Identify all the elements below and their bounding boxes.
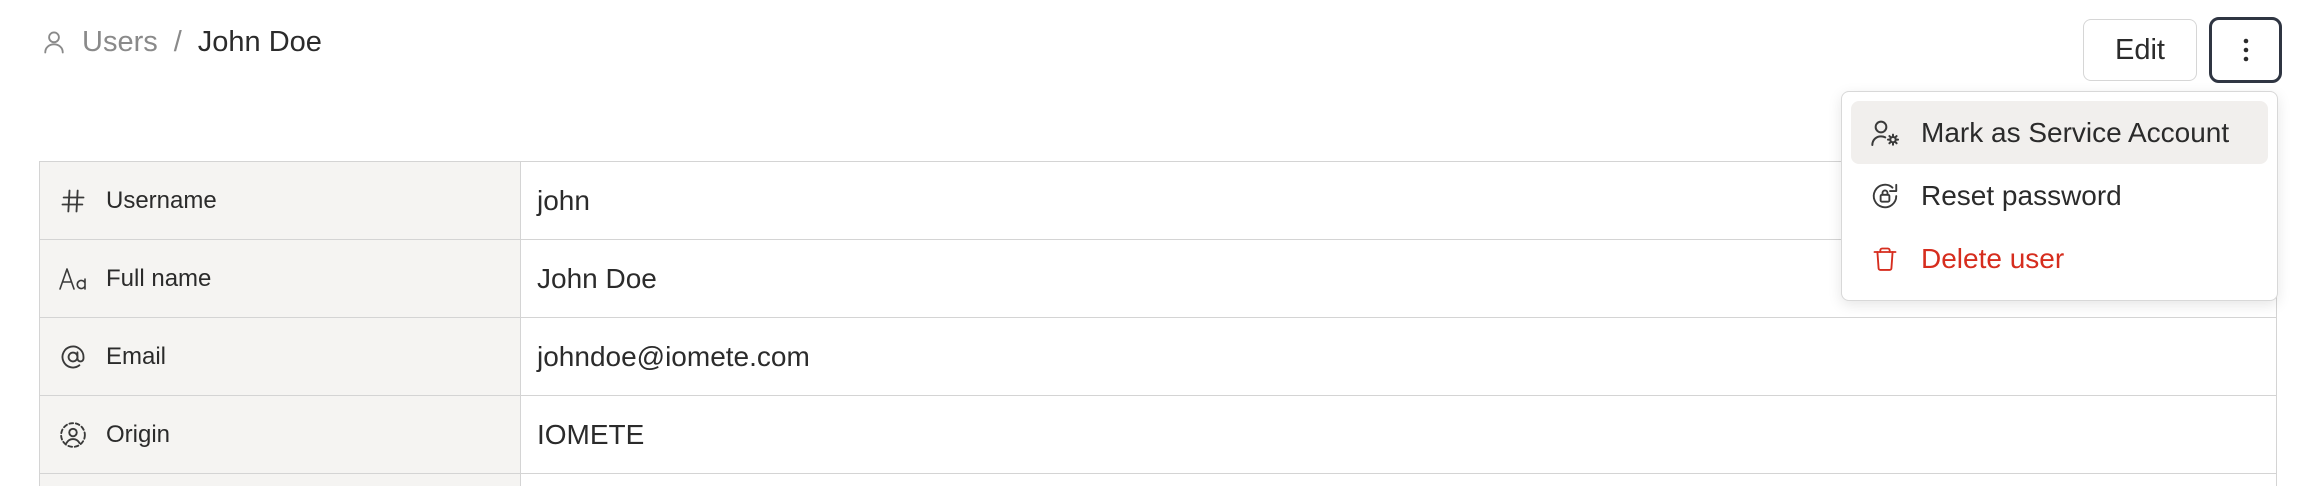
row-key: Full name xyxy=(40,240,521,317)
table-row xyxy=(40,474,2276,486)
menu-item-label: Reset password xyxy=(1921,179,2122,211)
menu-item-label: Delete user xyxy=(1921,242,2065,274)
hash-icon xyxy=(58,186,88,216)
table-row: Origin IOMETE xyxy=(40,396,2276,474)
more-actions-button[interactable] xyxy=(2209,17,2282,83)
breadcrumb: Users / John Doe xyxy=(40,22,322,62)
user-icon xyxy=(40,28,68,56)
menu-item-delete-user[interactable]: Delete user xyxy=(1851,227,2268,290)
row-label: Origin xyxy=(106,420,171,448)
user-gear-icon xyxy=(1869,117,1901,149)
row-value: johndoe@iomete.com xyxy=(537,340,810,372)
breadcrumb-users-link[interactable]: Users xyxy=(82,26,158,59)
row-key: Email xyxy=(40,318,521,395)
breadcrumb-separator: / xyxy=(173,25,182,58)
row-value xyxy=(521,474,2276,486)
row-label: Username xyxy=(106,186,217,214)
edit-button[interactable]: Edit xyxy=(2083,19,2197,81)
more-actions-menu: Mark as Service Account Reset password D… xyxy=(1841,91,2278,301)
row-key: Username xyxy=(40,162,521,239)
menu-item-mark-service-account[interactable]: Mark as Service Account xyxy=(1851,101,2268,164)
row-value: IOMETE xyxy=(537,418,645,450)
trash-icon xyxy=(1869,243,1901,275)
menu-item-reset-password[interactable]: Reset password xyxy=(1851,164,2268,227)
breadcrumb-current: John Doe xyxy=(197,25,322,58)
at-sign-icon xyxy=(58,342,88,372)
lock-reset-icon xyxy=(1869,180,1901,212)
row-label: Email xyxy=(106,342,167,370)
table-row: Email johndoe@iomete.com xyxy=(40,318,2276,396)
font-icon xyxy=(58,264,88,294)
user-detail-page: Users / John Doe Edit Username john Full… xyxy=(0,0,2312,486)
row-key xyxy=(40,474,521,486)
user-circle-icon xyxy=(58,420,88,450)
more-vertical-icon xyxy=(2242,37,2250,63)
row-key: Origin xyxy=(40,396,521,473)
row-label: Full name xyxy=(106,264,212,292)
menu-item-label: Mark as Service Account xyxy=(1921,116,2230,148)
